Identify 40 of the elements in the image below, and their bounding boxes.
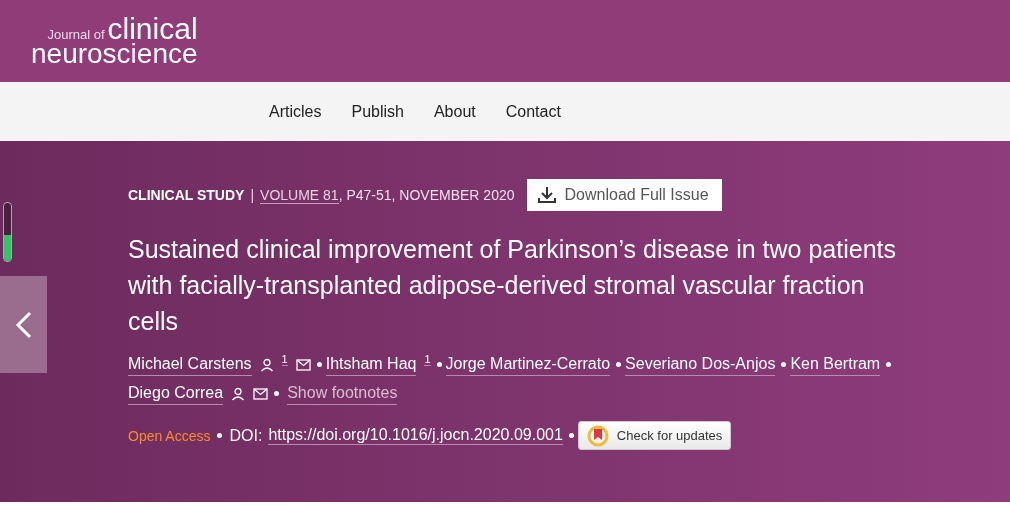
- author-link[interactable]: Diego Correa: [128, 382, 224, 405]
- mail-icon[interactable]: [253, 387, 269, 400]
- volume-link[interactable]: VOLUME 81: [260, 186, 339, 204]
- nav-link[interactable]: Articles: [269, 102, 322, 121]
- chevron-left-icon: [14, 310, 33, 339]
- bullet-icon: [216, 433, 222, 438]
- previous-button[interactable]: [0, 276, 47, 373]
- show-footnotes-link[interactable]: Show footnotes: [287, 382, 398, 405]
- bullet-icon: [616, 362, 622, 367]
- author-link[interactable]: Michael Carstens: [128, 353, 252, 376]
- article-type: CLINICAL STUDY: [128, 187, 245, 203]
- bullet-icon: [781, 362, 787, 367]
- open-access-label: Open Access: [128, 427, 211, 444]
- bullet-icon: [274, 391, 280, 396]
- bullet-icon: [886, 362, 892, 367]
- author-link[interactable]: Jorge Martinez-Cerrato: [445, 353, 611, 376]
- bullet-icon: [436, 362, 442, 367]
- author-link[interactable]: Ken Bertram: [790, 353, 881, 376]
- person-icon[interactable]: [259, 357, 274, 372]
- bullet-icon: [316, 362, 322, 367]
- separator: |: [250, 187, 255, 203]
- nav-link[interactable]: Publish: [351, 102, 404, 121]
- issue-info: , P47-51, NOVEMBER 2020: [338, 187, 515, 203]
- nav-link[interactable]: About: [433, 102, 476, 121]
- footnote-mark[interactable]: 1: [281, 353, 288, 366]
- mail-icon[interactable]: [295, 358, 311, 371]
- author-link[interactable]: Severiano Dos-Anjos: [625, 353, 776, 376]
- nav-link[interactable]: Contact: [505, 102, 561, 121]
- article-title: Sustained clinical improvement of Parkinson’s disease in two patients with facially-transplanted adipose-derived stromal vascular fraction cells: [128, 234, 897, 337]
- footnote-mark[interactable]: 1: [424, 353, 431, 366]
- author-link[interactable]: Ihtsham Haq: [325, 353, 417, 376]
- bullet-icon: [568, 433, 574, 438]
- journal-logo[interactable]: Journal of clinical neuroscience: [31, 14, 198, 68]
- doi-label: DOI:: [229, 426, 263, 445]
- check-updates-button[interactable]: Check for updates: [577, 421, 732, 450]
- person-icon[interactable]: [231, 386, 246, 401]
- updates-icon: [586, 424, 609, 447]
- doi-link[interactable]: https://doi.org/10.1016/j.jocn.2020.09.001: [268, 426, 563, 445]
- download-button[interactable]: Download Full Issue: [526, 179, 722, 211]
- download-icon: [536, 186, 557, 204]
